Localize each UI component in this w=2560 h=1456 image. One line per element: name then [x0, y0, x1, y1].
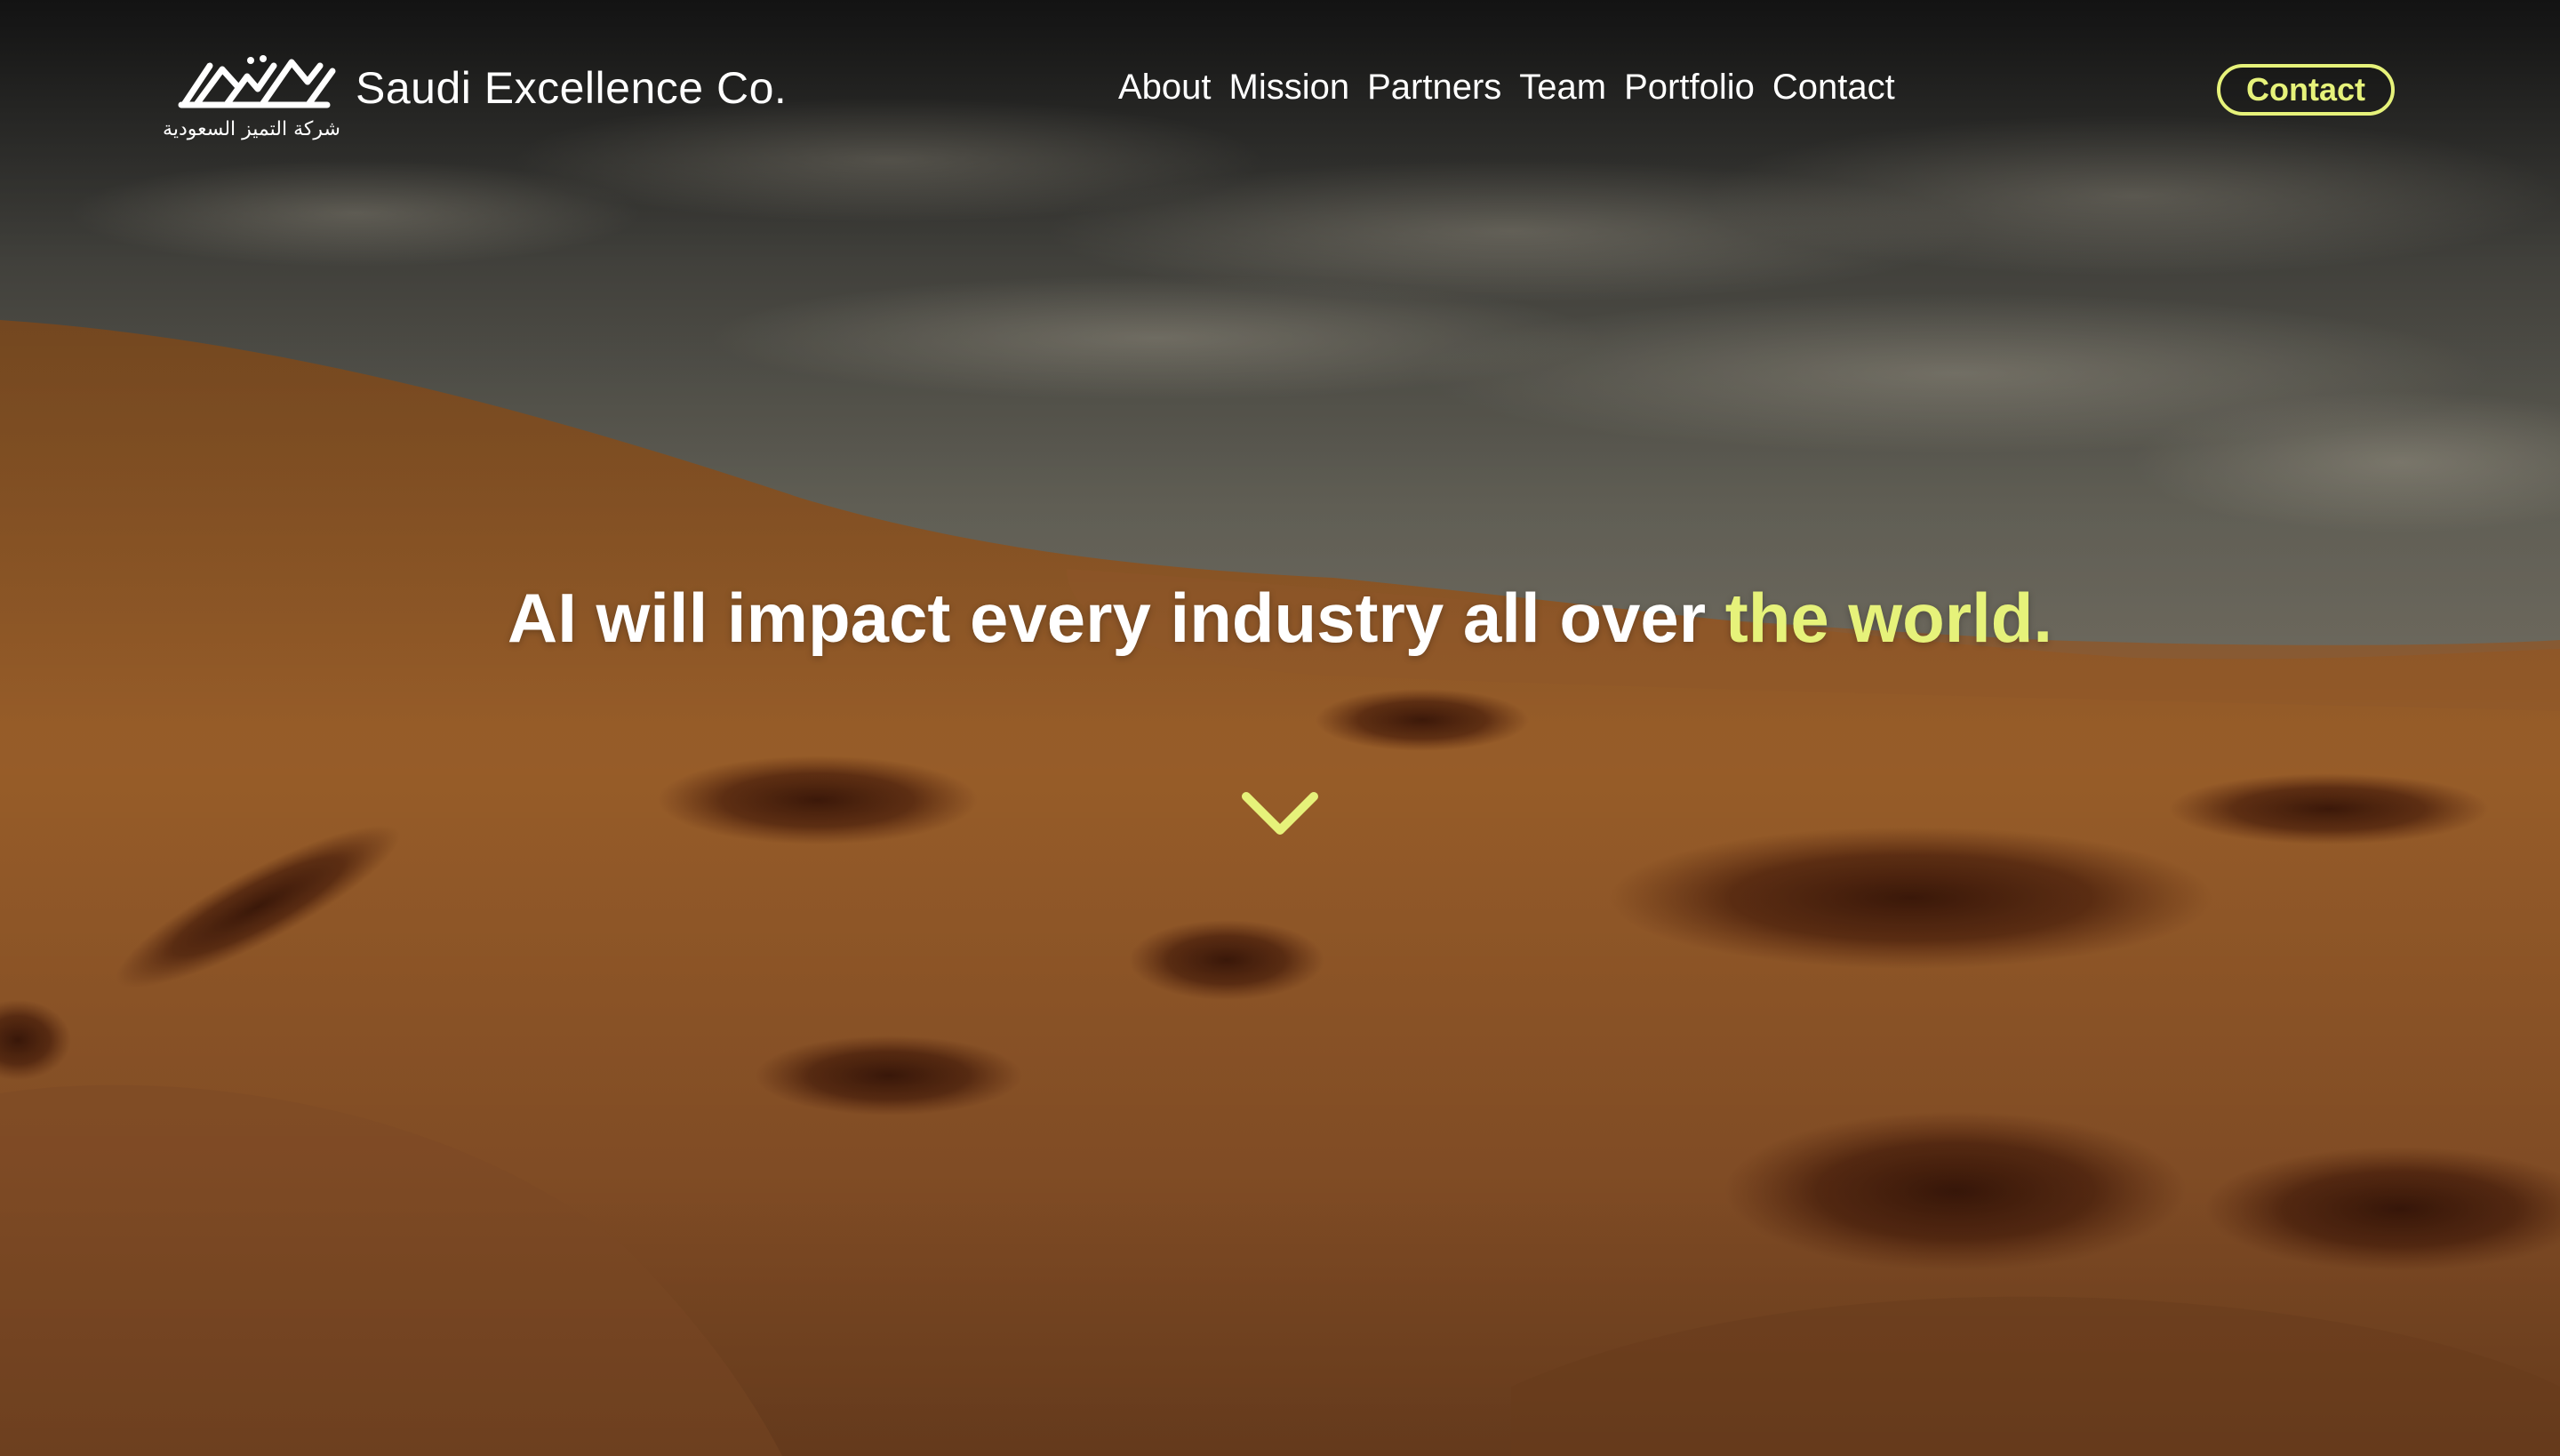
headline-main-text: AI will impact every industry all over — [507, 579, 1725, 657]
nav-item-about[interactable]: About — [1118, 68, 1212, 108]
headline-accent-text: the world. — [1724, 579, 2053, 657]
hero-section: شركة التميز السعودية Saudi Excellence Co… — [0, 0, 2560, 1456]
brand-logo-icon[interactable]: شركة التميز السعودية — [158, 50, 345, 142]
nav-item-contact[interactable]: Contact — [1772, 68, 1895, 108]
brand-name[interactable]: Saudi Excellence Co. — [356, 62, 787, 114]
nav-item-partners[interactable]: Partners — [1367, 68, 1501, 108]
chevron-down-icon[interactable] — [1239, 788, 1321, 841]
hero-headline: AI will impact every industry all over t… — [0, 578, 2560, 659]
navbar: شركة التميز السعودية Saudi Excellence Co… — [0, 0, 2560, 187]
logo-arabic-text: شركة التميز السعودية — [163, 118, 340, 140]
background-overlay — [0, 0, 2560, 1456]
nav-item-team[interactable]: Team — [1519, 68, 1606, 108]
nav-item-mission[interactable]: Mission — [1229, 68, 1350, 108]
nav-item-portfolio[interactable]: Portfolio — [1624, 68, 1755, 108]
nav-links: About Mission Partners Team Portfolio Co… — [1118, 68, 1895, 108]
contact-button[interactable]: Contact — [2217, 64, 2395, 116]
